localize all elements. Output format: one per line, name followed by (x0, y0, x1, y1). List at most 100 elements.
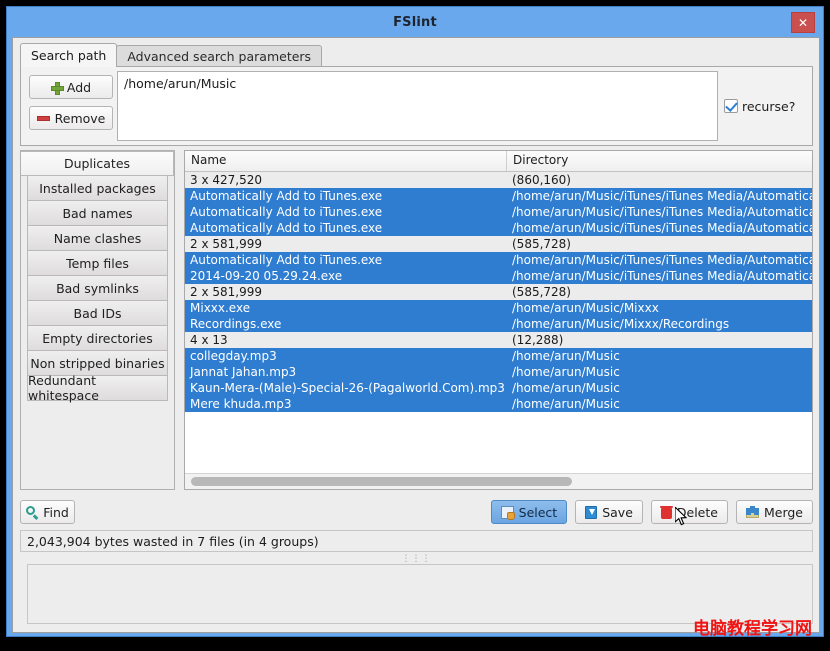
category-sidebar: Duplicates Installed packages Bad names … (20, 150, 175, 490)
result-directory-cell: /home/arun/Music/Mixxx/Recordings (507, 316, 812, 332)
save-label: Save (602, 505, 633, 520)
result-name-cell: Automatically Add to iTunes.exe (185, 204, 507, 220)
path-buttons: Add Remove (25, 71, 117, 141)
result-file-row[interactable]: Mixxx.exe/home/arun/Music/Mixxx (185, 300, 812, 316)
recurse-checkbox[interactable] (724, 99, 738, 113)
pane-splitter-handle[interactable]: ⋮⋮⋮ (20, 554, 813, 564)
sidebar-item-name-clashes[interactable]: Name clashes (27, 226, 168, 251)
close-window-button[interactable]: ✕ (791, 12, 815, 33)
result-directory-cell: /home/arun/Music/Mixxx (507, 300, 812, 316)
window-title: FSlint (393, 15, 437, 30)
result-directory-cell: (860,160) (507, 172, 812, 188)
sidebar-item-temp-files[interactable]: Temp files (27, 251, 168, 276)
result-file-row[interactable]: Mere khuda.mp3/home/arun/Music (185, 396, 812, 412)
status-text: 2,043,904 bytes wasted in 7 files (in 4 … (27, 534, 319, 549)
result-directory-cell: /home/arun/Music/iTunes/iTunes Media/Aut… (507, 268, 812, 284)
result-directory-cell: /home/arun/Music (507, 364, 812, 380)
remove-path-label: Remove (55, 111, 106, 126)
sidebar-item-duplicates[interactable]: Duplicates (21, 151, 174, 176)
search-icon (26, 506, 39, 519)
result-file-row[interactable]: Automatically Add to iTunes.exe/home/aru… (185, 220, 812, 236)
result-name-cell: Automatically Add to iTunes.exe (185, 252, 507, 268)
path-row: Add Remove /home/arun/Music recurse? (25, 71, 810, 141)
action-bar: Find Select Save Delete Merge (20, 496, 813, 528)
tab-search-path[interactable]: Search path (20, 43, 117, 67)
sidebar-item-installed-packages[interactable]: Installed packages (27, 176, 168, 201)
result-directory-cell: (585,728) (507, 236, 812, 252)
results-rows: 3 x 427,520(860,160)Automatically Add to… (185, 172, 812, 473)
splitter-grip-dots: ⋮⋮⋮ (402, 554, 432, 564)
status-bar: 2,043,904 bytes wasted in 7 files (in 4 … (20, 530, 813, 552)
result-name-cell: Mixxx.exe (185, 300, 507, 316)
select-button[interactable]: Select (491, 500, 568, 524)
sidebar-item-redundant-whitespace[interactable]: Redundant whitespace (27, 376, 168, 401)
trash-icon (661, 506, 672, 519)
result-group-row[interactable]: 2 x 581,999(585,728) (185, 284, 812, 300)
result-directory-cell: /home/arun/Music/iTunes/iTunes Media/Aut… (507, 220, 812, 236)
column-header-directory[interactable]: Directory (507, 151, 812, 171)
merge-button[interactable]: Merge (736, 500, 813, 524)
result-directory-cell: /home/arun/Music (507, 348, 812, 364)
result-directory-cell: (12,288) (507, 332, 812, 348)
application-window: FSlint ✕ Search path Advanced search par… (6, 6, 824, 637)
result-directory-cell: /home/arun/Music/iTunes/iTunes Media/Aut… (507, 252, 812, 268)
client-area: Search path Advanced search parameters A… (12, 37, 820, 633)
result-name-cell: Recordings.exe (185, 316, 507, 332)
save-button[interactable]: Save (575, 500, 643, 524)
result-file-row[interactable]: Recordings.exe/home/arun/Music/Mixxx/Rec… (185, 316, 812, 332)
result-file-row[interactable]: Kaun-Mera-(Male)-Special-26-(Pagalworld.… (185, 380, 812, 396)
result-name-cell: Automatically Add to iTunes.exe (185, 188, 507, 204)
result-group-row[interactable]: 2 x 581,999(585,728) (185, 236, 812, 252)
add-path-label: Add (67, 80, 91, 95)
result-name-cell: 2 x 581,999 (185, 284, 507, 300)
result-file-row[interactable]: collegday.mp3/home/arun/Music (185, 348, 812, 364)
merge-icon (746, 506, 759, 518)
result-directory-cell: /home/arun/Music (507, 380, 812, 396)
result-name-cell: 2 x 581,999 (185, 236, 507, 252)
result-name-cell: 2014-09-20 05.29.24.exe (185, 268, 507, 284)
result-file-row[interactable]: Automatically Add to iTunes.exe/home/aru… (185, 252, 812, 268)
result-file-row[interactable]: Automatically Add to iTunes.exe/home/aru… (185, 204, 812, 220)
search-path-entry[interactable]: /home/arun/Music (124, 76, 711, 91)
recurse-label: recurse? (742, 99, 795, 114)
result-group-row[interactable]: 3 x 427,520(860,160) (185, 172, 812, 188)
screen: FSlint ✕ Search path Advanced search par… (0, 0, 830, 651)
save-download-icon (585, 506, 597, 519)
result-name-cell: Automatically Add to iTunes.exe (185, 220, 507, 236)
result-group-row[interactable]: 4 x 13(12,288) (185, 332, 812, 348)
plus-icon (51, 82, 62, 93)
remove-path-button[interactable]: Remove (29, 106, 113, 130)
search-path-panel: Add Remove /home/arun/Music recurse? (20, 66, 813, 146)
result-name-cell: Jannat Jahan.mp3 (185, 364, 507, 380)
result-directory-cell: /home/arun/Music/iTunes/iTunes Media/Aut… (507, 188, 812, 204)
select-label: Select (519, 505, 558, 520)
sidebar-item-empty-directories[interactable]: Empty directories (27, 326, 168, 351)
sidebar-item-bad-names[interactable]: Bad names (27, 201, 168, 226)
result-name-cell: Kaun-Mera-(Male)-Special-26-(Pagalworld.… (185, 380, 507, 396)
minus-icon (37, 116, 50, 121)
delete-button[interactable]: Delete (651, 500, 728, 524)
column-header-name[interactable]: Name (185, 151, 507, 171)
recurse-option[interactable]: recurse? (718, 71, 810, 141)
result-name-cell: 4 x 13 (185, 332, 507, 348)
find-button[interactable]: Find (20, 500, 75, 524)
watermark: 电脑教程学习网 (693, 614, 812, 639)
add-path-button[interactable]: Add (29, 75, 113, 99)
results-hscrollbar[interactable] (185, 473, 812, 489)
result-file-row[interactable]: Jannat Jahan.mp3/home/arun/Music (185, 364, 812, 380)
sidebar-item-bad-ids[interactable]: Bad IDs (27, 301, 168, 326)
search-path-list[interactable]: /home/arun/Music (117, 71, 718, 141)
select-pointer-icon (501, 506, 514, 519)
result-file-row[interactable]: Automatically Add to iTunes.exe/home/aru… (185, 188, 812, 204)
find-label: Find (43, 505, 69, 520)
tab-advanced-search-parameters[interactable]: Advanced search parameters (116, 45, 322, 67)
merge-label: Merge (764, 505, 803, 520)
main-area: Duplicates Installed packages Bad names … (20, 150, 813, 490)
result-name-cell: collegday.mp3 (185, 348, 507, 364)
result-directory-cell: (585,728) (507, 284, 812, 300)
results-hscrollbar-thumb[interactable] (191, 477, 572, 486)
result-file-row[interactable]: 2014-09-20 05.29.24.exe/home/arun/Music/… (185, 268, 812, 284)
title-bar: FSlint ✕ (7, 7, 823, 37)
sidebar-item-bad-symlinks[interactable]: Bad symlinks (27, 276, 168, 301)
result-name-cell: Mere khuda.mp3 (185, 396, 507, 412)
